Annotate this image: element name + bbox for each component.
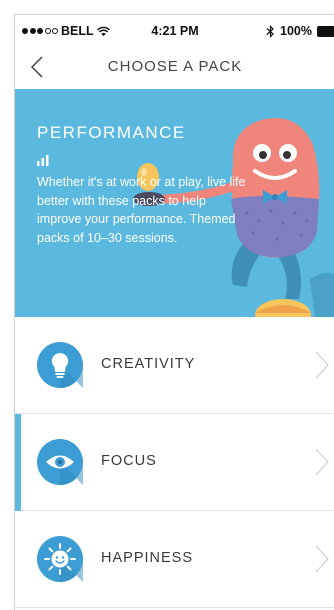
- status-right: 100%: [266, 24, 334, 38]
- pack-item-focus[interactable]: FOCUS: [15, 414, 334, 511]
- level-bars-icon: [37, 155, 49, 166]
- sun-icon: [37, 536, 83, 582]
- pack-item-label: HAPPINESS: [101, 550, 193, 566]
- chevron-right-icon: [315, 545, 329, 573]
- bluetooth-icon: [266, 24, 274, 38]
- battery-percent: 100%: [280, 24, 312, 38]
- chevron-right-icon: [315, 448, 329, 476]
- chevron-right-icon: [315, 351, 329, 379]
- nav-bar: CHOOSE A PACK: [15, 47, 334, 89]
- hero-description: Whether it's at work or at play, live li…: [37, 175, 246, 245]
- phone-screen: BELL 4:21 PM 100% CHOOSE A PACK PERFORMA…: [14, 14, 334, 610]
- pack-item-label: FOCUS: [101, 453, 157, 469]
- pack-hero-banner: PERFORMANCE Whether it's at work or at p…: [15, 89, 334, 317]
- pack-list: CREATIVITY FOCUS HAPPINESS: [15, 317, 334, 608]
- pack-item-happiness[interactable]: HAPPINESS: [15, 511, 334, 608]
- lightbulb-icon: [37, 342, 83, 388]
- pack-item-creativity[interactable]: CREATIVITY: [15, 317, 334, 414]
- battery-icon: [317, 25, 334, 37]
- hero-title: PERFORMANCE: [37, 123, 186, 142]
- status-bar: BELL 4:21 PM 100%: [15, 15, 334, 47]
- pack-item-label: CREATIVITY: [101, 356, 196, 372]
- eye-icon: [37, 439, 83, 485]
- page-title: CHOOSE A PACK: [107, 58, 243, 75]
